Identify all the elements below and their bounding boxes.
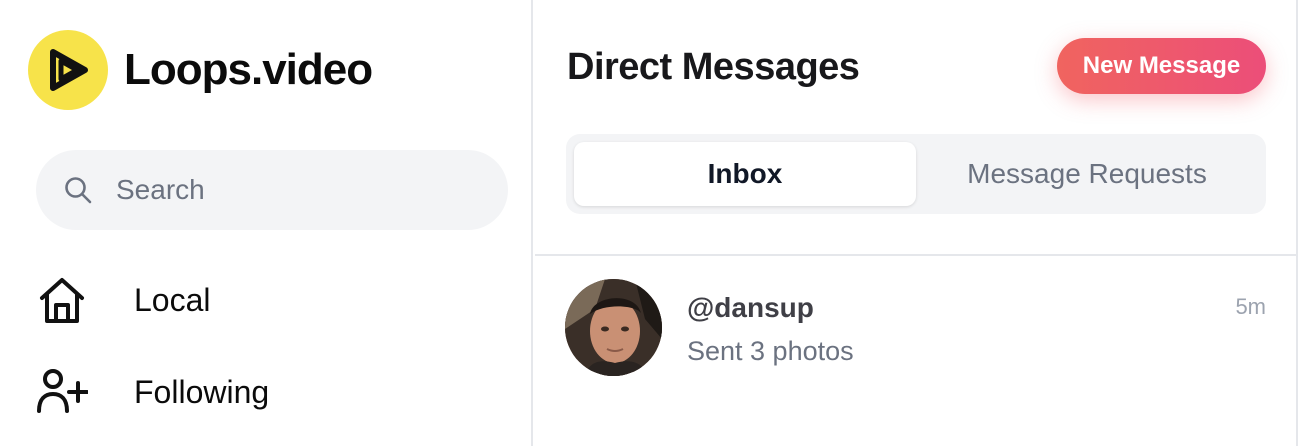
nav-label-local: Local xyxy=(134,281,211,318)
user-avatar xyxy=(565,279,662,376)
home-icon xyxy=(36,274,88,326)
new-message-button[interactable]: New Message xyxy=(1057,38,1266,94)
search-input[interactable] xyxy=(116,174,476,206)
search-icon xyxy=(62,174,94,206)
brand[interactable]: Loops.video xyxy=(28,30,373,110)
tab-message-requests[interactable]: Message Requests xyxy=(916,142,1258,206)
conversation-time: 5m xyxy=(1235,294,1266,319)
search-box[interactable] xyxy=(36,150,508,230)
user-plus-icon xyxy=(36,366,88,418)
sidebar: Loops.video Local xyxy=(0,0,533,446)
tab-inbox[interactable]: Inbox xyxy=(574,142,916,206)
app-window: Loops.video Local xyxy=(0,0,1314,446)
conversation-preview: Sent 3 photos xyxy=(687,336,854,366)
nav-item-local[interactable]: Local xyxy=(36,274,211,326)
nav-label-following: Following xyxy=(134,373,270,410)
conversation-item[interactable]: @dansup Sent 3 photos 5m xyxy=(535,256,1298,446)
play-logo-icon xyxy=(28,30,108,110)
message-tabs: Inbox Message Requests xyxy=(566,134,1266,214)
conversation-username: @dansup xyxy=(687,292,814,323)
brand-name: Loops.video xyxy=(124,45,373,94)
page-title: Direct Messages xyxy=(567,46,860,88)
nav-item-following[interactable]: Following xyxy=(36,366,269,418)
messages-panel: Direct Messages New Message Inbox Messag… xyxy=(535,0,1298,446)
